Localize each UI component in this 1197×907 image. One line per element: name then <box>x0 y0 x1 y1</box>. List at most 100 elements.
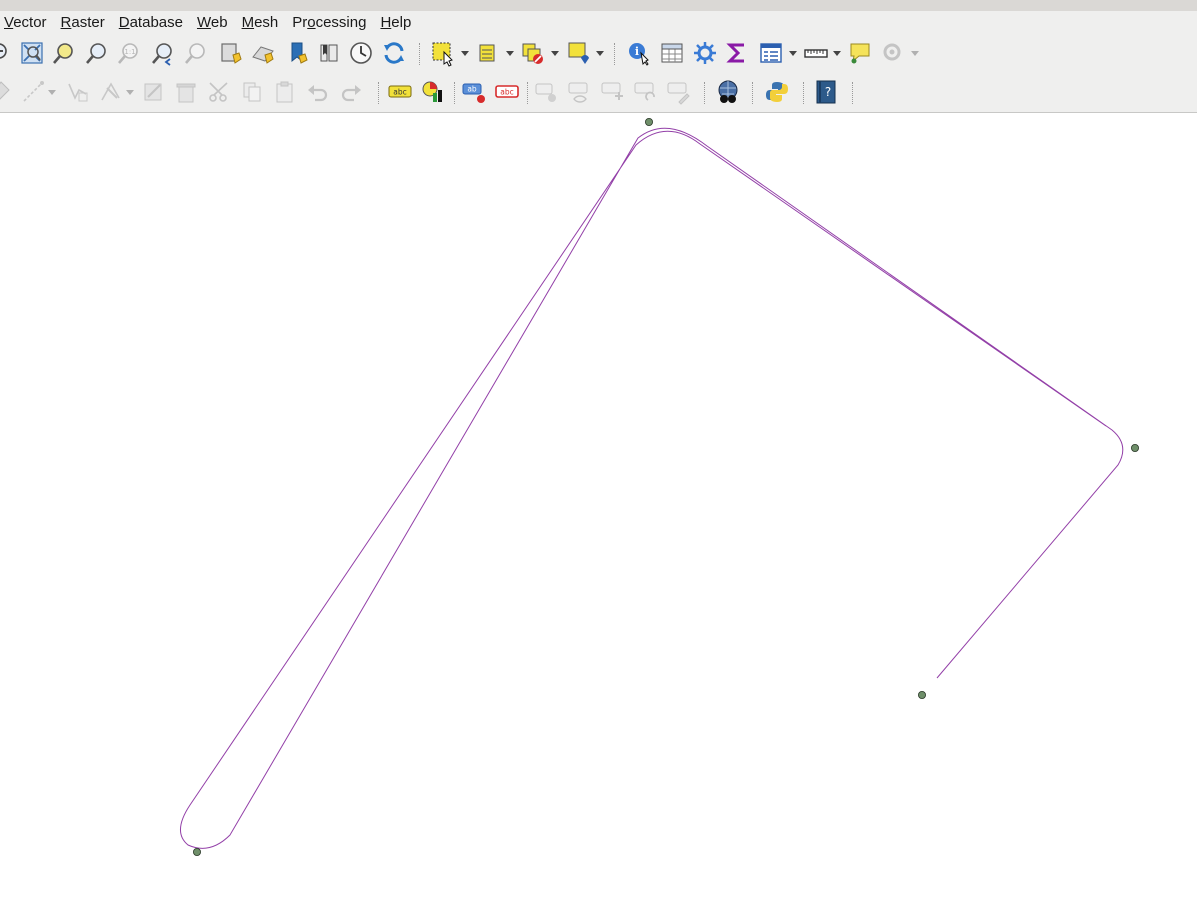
scissors-icon <box>209 82 228 102</box>
chevron-down-icon <box>911 51 919 56</box>
processing-toolbox-button[interactable] <box>692 40 718 66</box>
vertex-marker-top[interactable] <box>645 118 654 127</box>
bookmark-flag-icon <box>291 42 308 64</box>
zoom-selection-icon <box>53 43 73 64</box>
measure-dropdown[interactable] <box>833 49 841 59</box>
book-icon <box>320 44 338 62</box>
menu-help[interactable]: Help <box>373 11 418 35</box>
hide-label-icon: abc <box>495 85 519 98</box>
locator-options-button <box>880 40 906 66</box>
label-visibility-button <box>567 79 593 105</box>
redo-button <box>338 79 364 105</box>
select-location-dropdown[interactable] <box>596 49 604 59</box>
delete-selected-button <box>173 79 199 105</box>
zoom-out-icon <box>0 43 7 59</box>
menu-database[interactable]: Database <box>112 11 190 35</box>
pin-unpin-labels-button[interactable]: ab <box>461 79 487 105</box>
new-bookmark-flag-button[interactable] <box>286 40 312 66</box>
toolbar-separator <box>704 82 706 104</box>
show-map-tips-button[interactable] <box>847 40 873 66</box>
svg-text:?: ? <box>825 85 831 99</box>
add-feature-dropdown <box>48 88 56 98</box>
measure-line-button[interactable] <box>803 40 829 66</box>
vertex-marker-end[interactable] <box>918 691 927 700</box>
toolbar-separator <box>527 82 529 104</box>
svg-text:i: i <box>635 45 639 58</box>
vertex-marker-right[interactable] <box>1131 443 1140 452</box>
deselect-dropdown[interactable] <box>551 49 559 59</box>
show-hide-labels-button[interactable]: abc <box>494 79 520 105</box>
move-label-icon <box>601 82 623 100</box>
help-contents-button[interactable]: ? <box>813 79 839 105</box>
paste-icon <box>276 81 293 103</box>
select-by-attribute-dropdown[interactable] <box>506 49 514 59</box>
spatial-bookmark-icon <box>221 43 242 64</box>
clock-icon <box>350 42 372 64</box>
pin-label-text: ab <box>467 85 477 94</box>
show-bookmarks-button[interactable] <box>316 40 342 66</box>
modify-attributes-button <box>141 79 167 105</box>
zoom-full-button[interactable] <box>19 40 45 66</box>
menu-vector[interactable]: Vector <box>0 11 54 35</box>
select-location-button[interactable] <box>566 40 592 66</box>
highlight-pinned-labels-button <box>534 79 560 105</box>
show-spatial-bookmarks-button[interactable] <box>250 40 276 66</box>
cut-features-button <box>206 79 232 105</box>
python-console-button[interactable] <box>764 79 790 105</box>
open-field-calculator-button[interactable] <box>758 40 784 66</box>
digitizing-label-toolbar: abc ab abc ? <box>0 72 1197 113</box>
select-location-icon <box>568 42 589 64</box>
toolbar-separator <box>852 82 854 104</box>
select-by-attribute-button[interactable] <box>475 40 501 66</box>
modify-attributes-icon <box>144 83 162 101</box>
svg-text:1:1: 1:1 <box>124 48 135 56</box>
toolbar-separator <box>378 82 380 104</box>
map-navigation-toolbar: 1:1 i <box>0 35 1197 72</box>
show-statistical-summary-button[interactable] <box>724 40 750 66</box>
select-features-dropdown[interactable] <box>461 49 469 59</box>
menu-web[interactable]: Web <box>190 11 235 35</box>
zoom-out-partial-button[interactable] <box>0 40 14 66</box>
menu-raster[interactable]: Raster <box>54 11 112 35</box>
refresh-button[interactable] <box>381 40 407 66</box>
hide-label-text: abc <box>500 88 513 97</box>
zoom-next-icon <box>185 43 205 64</box>
open-attribute-table-button[interactable] <box>659 40 685 66</box>
layer-labeling-options-button[interactable]: abc <box>387 79 413 105</box>
label-highlight-icon <box>535 83 556 102</box>
settings-search-icon <box>883 43 901 61</box>
move-label-button <box>600 79 626 105</box>
undo-button <box>305 79 331 105</box>
chevron-down-icon <box>789 51 797 56</box>
menu-mesh[interactable]: Mesh <box>235 11 286 35</box>
select-features-button[interactable] <box>430 40 456 67</box>
identify-features-button[interactable]: i <box>626 40 652 66</box>
vertex-marker-bottom-left[interactable] <box>192 848 201 857</box>
zoom-to-layer-button[interactable] <box>84 40 110 66</box>
curved-line-feature[interactable] <box>180 127 1124 849</box>
label-tag-text: abc <box>393 88 406 97</box>
zoom-last-button[interactable] <box>150 40 176 66</box>
add-line-icon <box>23 81 44 102</box>
zoom-layer-icon <box>86 43 106 64</box>
plugin-globe-button[interactable] <box>715 79 741 105</box>
layer-diagram-options-button[interactable] <box>420 79 446 105</box>
temporal-controller-button[interactable] <box>348 40 374 66</box>
zoom-to-selection-button[interactable] <box>51 40 77 66</box>
vertex-tool-button <box>65 79 91 105</box>
change-label-icon <box>667 82 690 105</box>
copy-icon <box>243 82 261 102</box>
bookmarks-list-icon <box>252 46 274 64</box>
field-calculator-dropdown[interactable] <box>789 49 797 59</box>
toolbar-separator <box>614 43 616 65</box>
menu-processing[interactable]: Processing <box>285 11 373 35</box>
window-titlebar <box>0 0 1197 11</box>
locator-options-dropdown <box>911 49 919 59</box>
chevron-down-icon <box>126 90 134 95</box>
map-canvas[interactable] <box>0 113 1197 907</box>
diagram-icon <box>422 81 442 102</box>
deselect-features-button[interactable] <box>520 40 546 66</box>
toolbar-separator <box>752 82 754 104</box>
new-spatial-bookmark-button[interactable] <box>218 40 244 66</box>
attribute-table-icon <box>661 43 683 63</box>
